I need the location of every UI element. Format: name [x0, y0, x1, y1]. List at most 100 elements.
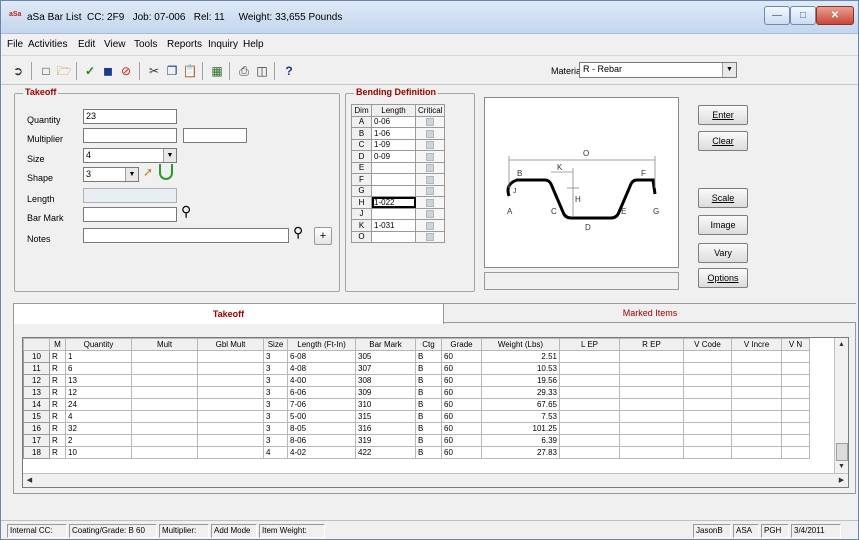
row-number[interactable]: 10 [23, 350, 50, 363]
bending-length-cell[interactable]: 1-09 [371, 138, 416, 151]
cell-m[interactable]: R [49, 386, 66, 399]
cell-bar-mark[interactable]: 315 [355, 410, 416, 423]
cell-v-n[interactable] [781, 362, 810, 375]
menu-edit[interactable]: Edit [78, 39, 95, 50]
cell-weight[interactable]: 7.53 [481, 410, 560, 423]
cell-length[interactable]: 6-06 [287, 386, 356, 399]
exit-icon[interactable]: ➲ [9, 62, 27, 80]
cell-mult[interactable] [131, 422, 198, 435]
cell-v-code[interactable] [683, 434, 732, 447]
cell-v-n[interactable] [781, 410, 810, 423]
cell-v-code[interactable] [683, 398, 732, 411]
scroll-up-icon[interactable]: ▲ [835, 338, 848, 351]
col-header-quantity[interactable]: Quantity [65, 338, 132, 351]
notes-input[interactable] [83, 228, 289, 243]
cell-grade[interactable]: 60 [441, 422, 482, 435]
menu-reports[interactable]: Reports [167, 39, 202, 50]
bending-length-cell[interactable] [371, 161, 416, 174]
print-preview-icon[interactable]: ◫ [253, 62, 271, 80]
copy-icon[interactable]: ❐ [163, 62, 181, 80]
critical-checkbox[interactable] [414, 184, 446, 197]
cell-ctg[interactable]: B [415, 398, 442, 411]
critical-checkbox[interactable] [414, 115, 446, 128]
menu-view[interactable]: View [104, 39, 126, 50]
critical-checkbox[interactable] [414, 219, 446, 232]
cell-v-n[interactable] [781, 374, 810, 387]
col-header-mult[interactable]: Mult [131, 338, 198, 351]
bending-length-cell[interactable]: 1-031 [371, 219, 416, 232]
cell-size[interactable]: 3 [263, 374, 288, 387]
table-row[interactable]: 15 R 4 3 5-00 315 B 60 7.53 [23, 410, 810, 423]
cell-length[interactable]: 7-06 [287, 398, 356, 411]
check-icon[interactable]: ✓ [81, 62, 99, 80]
cell-grade[interactable]: 60 [441, 410, 482, 423]
table-row[interactable]: 14 R 24 3 7-06 310 B 60 67.65 [23, 398, 810, 411]
cell-weight[interactable]: 6.39 [481, 434, 560, 447]
cut-icon[interactable]: ✂ [145, 62, 163, 80]
multiplier-secondary-input[interactable] [183, 128, 247, 143]
length-input[interactable] [83, 188, 177, 203]
cell-v-n[interactable] [781, 398, 810, 411]
bending-length-cell[interactable]: 1-06 [371, 127, 416, 140]
cell-m[interactable]: R [49, 350, 66, 363]
shape-select[interactable]: 3 ▼ [83, 167, 139, 182]
paste-icon[interactable]: 📋 [181, 62, 199, 80]
cell-l-ep[interactable] [559, 422, 620, 435]
cell-grade[interactable]: 60 [441, 362, 482, 375]
table-row[interactable]: 11 R 6 3 4-08 307 B 60 10.53 [23, 362, 810, 375]
cell-mult[interactable] [131, 434, 198, 447]
print-icon[interactable]: ⎙ [235, 62, 253, 80]
cell-gbl-mult[interactable] [197, 434, 264, 447]
cell-m[interactable]: R [49, 398, 66, 411]
col-header-v-incre[interactable]: V Incre [731, 338, 782, 351]
critical-checkbox[interactable] [414, 173, 446, 186]
cell-v-n[interactable] [781, 350, 810, 363]
row-number[interactable]: 13 [23, 386, 50, 399]
calculator-icon[interactable]: ▦ [208, 62, 226, 80]
cell-size[interactable]: 3 [263, 350, 288, 363]
col-header-gbl-mult[interactable]: Gbl Mult [197, 338, 264, 351]
cell-mult[interactable] [131, 410, 198, 423]
menu-activities[interactable]: Activities [28, 39, 67, 50]
table-row[interactable]: 10 R 1 3 6-08 305 B 60 2.51 [23, 350, 810, 363]
open-folder-icon[interactable]: 🗁 [55, 62, 73, 80]
cell-length[interactable]: 5-00 [287, 410, 356, 423]
cell-v-code[interactable] [683, 410, 732, 423]
row-number[interactable]: 14 [23, 398, 50, 411]
cell-quantity[interactable]: 2 [65, 434, 132, 447]
row-number[interactable]: 16 [23, 422, 50, 435]
critical-checkbox[interactable] [414, 127, 446, 140]
cell-bar-mark[interactable]: 319 [355, 434, 416, 447]
cell-ctg[interactable]: B [415, 386, 442, 399]
cell-size[interactable]: 3 [263, 434, 288, 447]
cell-grade[interactable]: 60 [441, 374, 482, 387]
cell-weight[interactable]: 67.65 [481, 398, 560, 411]
add-note-button[interactable]: + [314, 227, 332, 245]
cell-mult[interactable] [131, 446, 198, 459]
cell-size[interactable]: 3 [263, 362, 288, 375]
row-number[interactable]: 18 [23, 446, 50, 459]
col-header-bar-mark[interactable]: Bar Mark [355, 338, 416, 351]
menu-help[interactable]: Help [243, 39, 264, 50]
row-number[interactable]: 11 [23, 362, 50, 375]
cell-l-ep[interactable] [559, 374, 620, 387]
tab-marked-items[interactable]: Marked Items [444, 304, 856, 323]
cell-bar-mark[interactable]: 307 [355, 362, 416, 375]
cell-v-incre[interactable] [731, 410, 782, 423]
cell-v-incre[interactable] [731, 398, 782, 411]
cell-weight[interactable]: 10.53 [481, 362, 560, 375]
cell-grade[interactable]: 60 [441, 446, 482, 459]
image-button[interactable]: Image [698, 215, 748, 235]
scale-button[interactable]: Scale [698, 188, 748, 208]
bending-length-cell[interactable]: 0-06 [371, 115, 416, 128]
col-header-weight[interactable]: Weight (Lbs) [481, 338, 560, 351]
cell-r-ep[interactable] [619, 446, 684, 459]
cell-v-incre[interactable] [731, 422, 782, 435]
col-header-ctg[interactable]: Ctg [415, 338, 442, 351]
cell-m[interactable]: R [49, 422, 66, 435]
cell-mult[interactable] [131, 386, 198, 399]
cell-m[interactable]: R [49, 410, 66, 423]
col-header-v-code[interactable]: V Code [683, 338, 732, 351]
cell-ctg[interactable]: B [415, 410, 442, 423]
cell-r-ep[interactable] [619, 386, 684, 399]
